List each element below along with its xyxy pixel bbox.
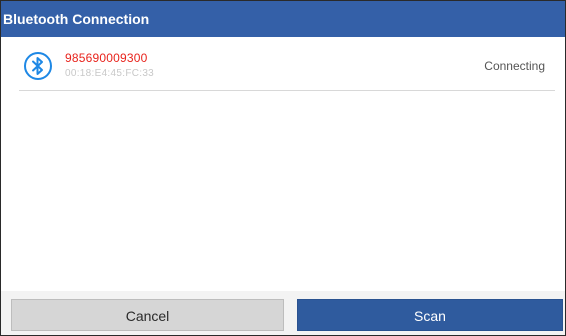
bluetooth-icon: [23, 51, 53, 81]
device-list: 985690009300 00:18:E4:45:FC:33 Connectin…: [1, 37, 565, 291]
cancel-button[interactable]: Cancel: [11, 299, 284, 331]
device-list-item[interactable]: 985690009300 00:18:E4:45:FC:33 Connectin…: [19, 49, 555, 91]
bluetooth-connection-dialog: Bluetooth Connection 985690009300 00:18:…: [0, 0, 566, 336]
device-mac-address: 00:18:E4:45:FC:33: [65, 68, 155, 79]
dialog-footer: Cancel Scan: [1, 291, 565, 335]
scan-button[interactable]: Scan: [297, 299, 563, 331]
device-name: 985690009300: [65, 51, 148, 65]
device-status: Connecting: [484, 59, 545, 73]
dialog-title: Bluetooth Connection: [1, 1, 565, 37]
